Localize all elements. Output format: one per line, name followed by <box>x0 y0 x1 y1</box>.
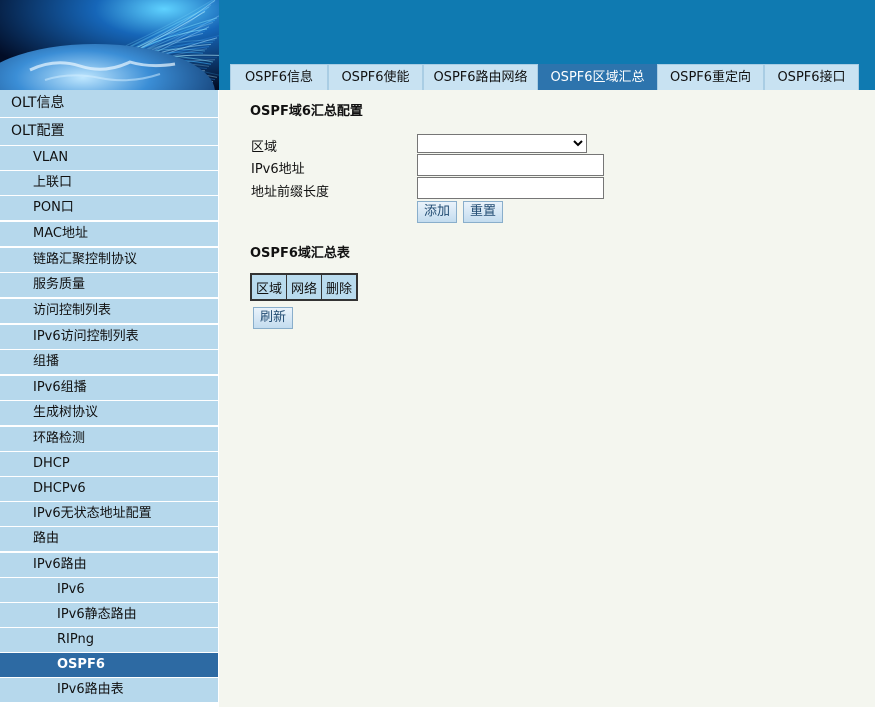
header-bar <box>219 0 875 56</box>
tab-ospf6-interface[interactable]: OSPF6接口 <box>764 64 859 90</box>
ipv6-address-input[interactable] <box>417 154 604 176</box>
sidebar-item-lacp[interactable]: 链路汇聚控制协议 <box>0 248 218 273</box>
sidebar-item-ipv6-static-route[interactable]: IPv6静态路由 <box>0 603 218 628</box>
sidebar-item-ipv6[interactable]: IPv6 <box>0 578 218 603</box>
refresh-button[interactable]: 刷新 <box>253 307 294 329</box>
sidebar-item-ipv6-routing[interactable]: IPv6路由 <box>0 553 218 578</box>
table-header-row: 区域 网络 删除 <box>250 273 358 301</box>
tab-ospf6-enable[interactable]: OSPF6使能 <box>328 64 423 90</box>
summary-table-title: OSPF6域汇总表 <box>250 246 350 261</box>
reset-button[interactable]: 重置 <box>463 201 504 223</box>
column-header-network: 网络 <box>286 273 323 301</box>
sidebar-item-ipv6-acl[interactable]: IPv6访问控制列表 <box>0 325 218 350</box>
tab-ospf6-area-summary[interactable]: OSPF6区域汇总 <box>538 64 657 90</box>
tab-ospf6-redistribute[interactable]: OSPF6重定向 <box>657 64 764 90</box>
sidebar-menu: OLT信息 OLT配置 VLAN 上联口 PON口 MAC地址 链路汇聚控制协议… <box>0 90 219 707</box>
sidebar-item-qos[interactable]: 服务质量 <box>0 273 218 298</box>
sidebar-item-ospf6[interactable]: OSPF6 <box>0 653 218 678</box>
config-section-title: OSPF域6汇总配置 <box>250 104 363 119</box>
ipv6-address-label: IPv6地址 <box>251 162 305 177</box>
prefix-length-label: 地址前缀长度 <box>251 185 330 200</box>
column-header-delete: 删除 <box>321 273 358 301</box>
sidebar-item-dhcp[interactable]: DHCP <box>0 452 218 477</box>
prefix-length-input[interactable] <box>417 177 604 199</box>
sidebar-item-loop-detect[interactable]: 环路检测 <box>0 427 218 452</box>
tab-bar: OSPF6信息 OSPF6使能 OSPF6路由网络 OSPF6区域汇总 OSPF… <box>219 56 875 90</box>
sidebar-item-stp[interactable]: 生成树协议 <box>0 401 218 426</box>
sidebar-item-olt-info[interactable]: OLT信息 <box>0 90 218 118</box>
area-select[interactable] <box>417 134 587 153</box>
globe-network-image <box>0 0 219 90</box>
sidebar-item-mac-address[interactable]: MAC地址 <box>0 222 218 247</box>
sidebar-item-vlan[interactable]: VLAN <box>0 146 218 171</box>
sidebar-item-routing[interactable]: 路由 <box>0 527 218 552</box>
sidebar-item-dhcpv6[interactable]: DHCPv6 <box>0 477 218 502</box>
banner-image <box>0 0 219 90</box>
tab-ospf6-info[interactable]: OSPF6信息 <box>230 64 328 90</box>
tab-ospf6-route-network[interactable]: OSPF6路由网络 <box>423 64 538 90</box>
sidebar-item-ipv6-slaac[interactable]: IPv6无状态地址配置 <box>0 502 218 527</box>
sidebar-item-ipv6-route-table[interactable]: IPv6路由表 <box>0 678 218 703</box>
sidebar-item-ipv6-multicast[interactable]: IPv6组播 <box>0 376 218 401</box>
main-content: OSPF域6汇总配置 区域 IPv6地址 地址前缀长度 添加 重置 OSPF6域… <box>219 90 875 707</box>
column-header-area: 区域 <box>250 273 288 301</box>
sidebar-item-multicast[interactable]: 组播 <box>0 350 218 375</box>
sidebar-item-uplink[interactable]: 上联口 <box>0 171 218 196</box>
sidebar-item-olt-config[interactable]: OLT配置 <box>0 118 218 146</box>
sidebar-item-acl[interactable]: 访问控制列表 <box>0 299 218 324</box>
sidebar-item-ripng[interactable]: RIPng <box>0 628 218 653</box>
area-label: 区域 <box>251 140 278 155</box>
add-button[interactable]: 添加 <box>417 201 458 223</box>
summary-table: 区域 网络 删除 <box>250 273 359 301</box>
sidebar-item-pon-port[interactable]: PON口 <box>0 196 218 221</box>
